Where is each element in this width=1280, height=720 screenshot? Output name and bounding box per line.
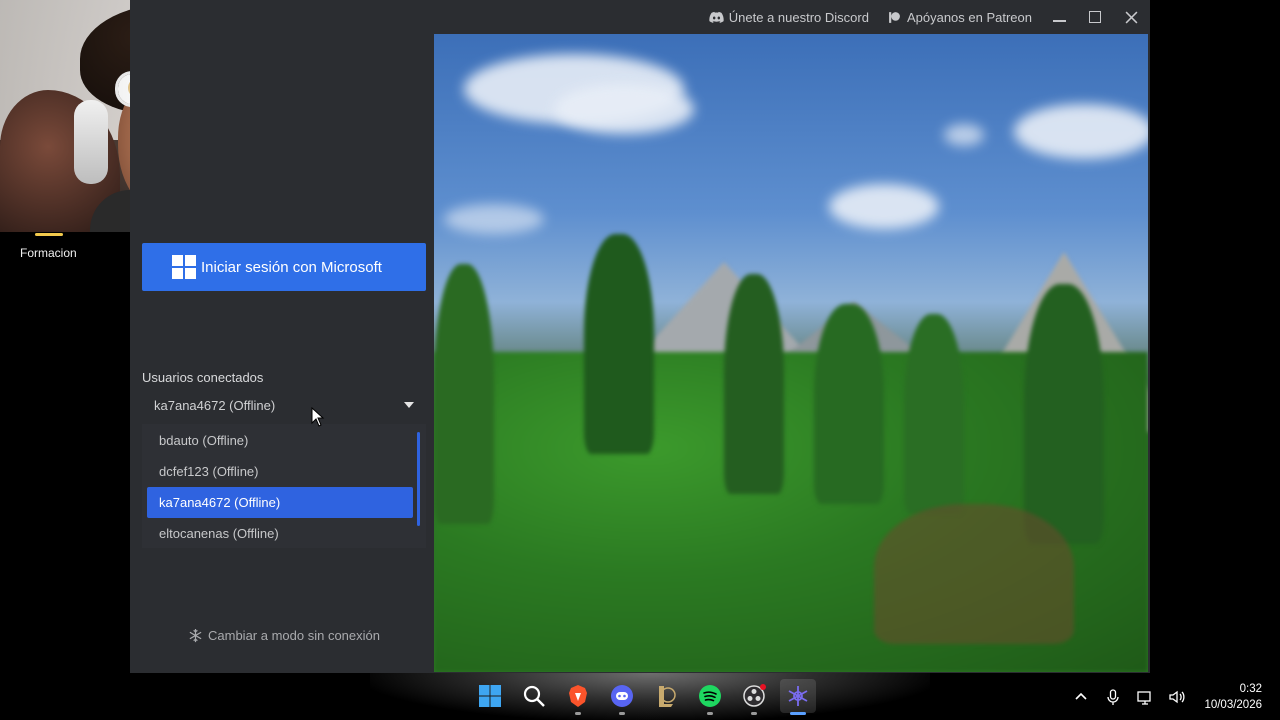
windows-start-icon [479,685,501,707]
discord-icon [709,11,724,23]
speaker-icon [1169,690,1185,703]
microsoft-logo-icon [172,255,196,279]
minimize-button[interactable] [1050,8,1068,26]
spotify-app[interactable] [692,679,728,715]
patreon-link[interactable]: Apóyanos en Patreon [887,10,1032,25]
close-button[interactable] [1122,8,1140,26]
chevron-up-icon [1075,692,1088,700]
brave-app[interactable] [560,679,596,715]
discord-app[interactable] [604,679,640,715]
minimize-icon [1052,20,1066,22]
network-icon [1137,690,1152,705]
launcher-app[interactable] [780,679,816,715]
volume-button[interactable] [1168,688,1186,706]
launcher-window: Únete a nuestro Discord Apóyanos en Patr… [130,0,1150,673]
taskbar-apps [472,679,816,715]
microphone-button[interactable] [1104,688,1122,706]
maximize-icon [1089,11,1101,23]
patreon-icon [889,11,900,23]
account-dropdown-list: bdauto (Offline) dcfef123 (Offline) ka7a… [142,424,426,548]
clock-date: 10/03/2026 [1204,698,1262,711]
snowflake-icon [189,628,202,643]
start-button[interactable] [472,679,508,713]
account-select[interactable]: ka7ana4672 (Offline) [142,392,426,418]
league-app[interactable] [648,679,684,713]
patreon-link-label: Apóyanos en Patreon [906,9,1032,25]
microsoft-login-label: Iniciar sesión con Microsoft [201,258,382,276]
obs-icon [743,684,766,707]
connected-users-label: Usuarios conectados [142,370,264,385]
account-option[interactable]: eltocanenas (Offline) [147,518,413,549]
brave-icon [569,685,587,707]
desktop: Formacion Únete a nuestro Discord Apóyan… [0,0,1280,720]
title-bar: Únete a nuestro Discord Apóyanos en Patr… [388,0,1150,34]
offline-mode-label: Cambiar a modo sin conexión [208,628,380,643]
webcam-label: Formacion [20,246,77,260]
discord-link[interactable]: Únete a nuestro Discord [709,10,869,25]
account-option[interactable]: dcfef123 (Offline) [147,456,413,487]
clock-time: 0:32 [1239,682,1262,695]
microphone-icon [1107,688,1120,705]
obs-app[interactable] [736,679,772,715]
account-option-selected[interactable]: ka7ana4672 (Offline) [147,487,413,518]
account-select-value: ka7ana4672 (Offline) [154,397,276,413]
offline-mode-link[interactable]: Cambiar a modo sin conexión [188,628,380,643]
launcher-icon [788,686,808,706]
discord-icon [611,685,633,707]
search-button[interactable] [516,679,552,713]
spotify-icon [699,685,721,707]
discord-link-label: Únete a nuestro Discord [728,9,869,25]
account-option[interactable]: bdauto (Offline) [147,425,413,456]
dropdown-scrollbar[interactable] [417,432,420,526]
clock[interactable]: 0:32 10/03/2026 [1204,681,1262,713]
league-of-legends-icon [659,686,676,707]
caret-down-icon [404,402,414,408]
background-scenery-image [434,34,1148,672]
network-button[interactable] [1136,688,1154,706]
search-icon [523,685,545,707]
system-tray: 0:32 10/03/2026 [1072,673,1262,720]
maximize-button[interactable] [1086,8,1104,26]
close-icon [1125,11,1137,23]
webcam-label-underline [35,233,63,236]
show-hidden-icons-button[interactable] [1072,688,1090,706]
microsoft-login-button[interactable]: Iniciar sesión con Microsoft [142,243,426,291]
